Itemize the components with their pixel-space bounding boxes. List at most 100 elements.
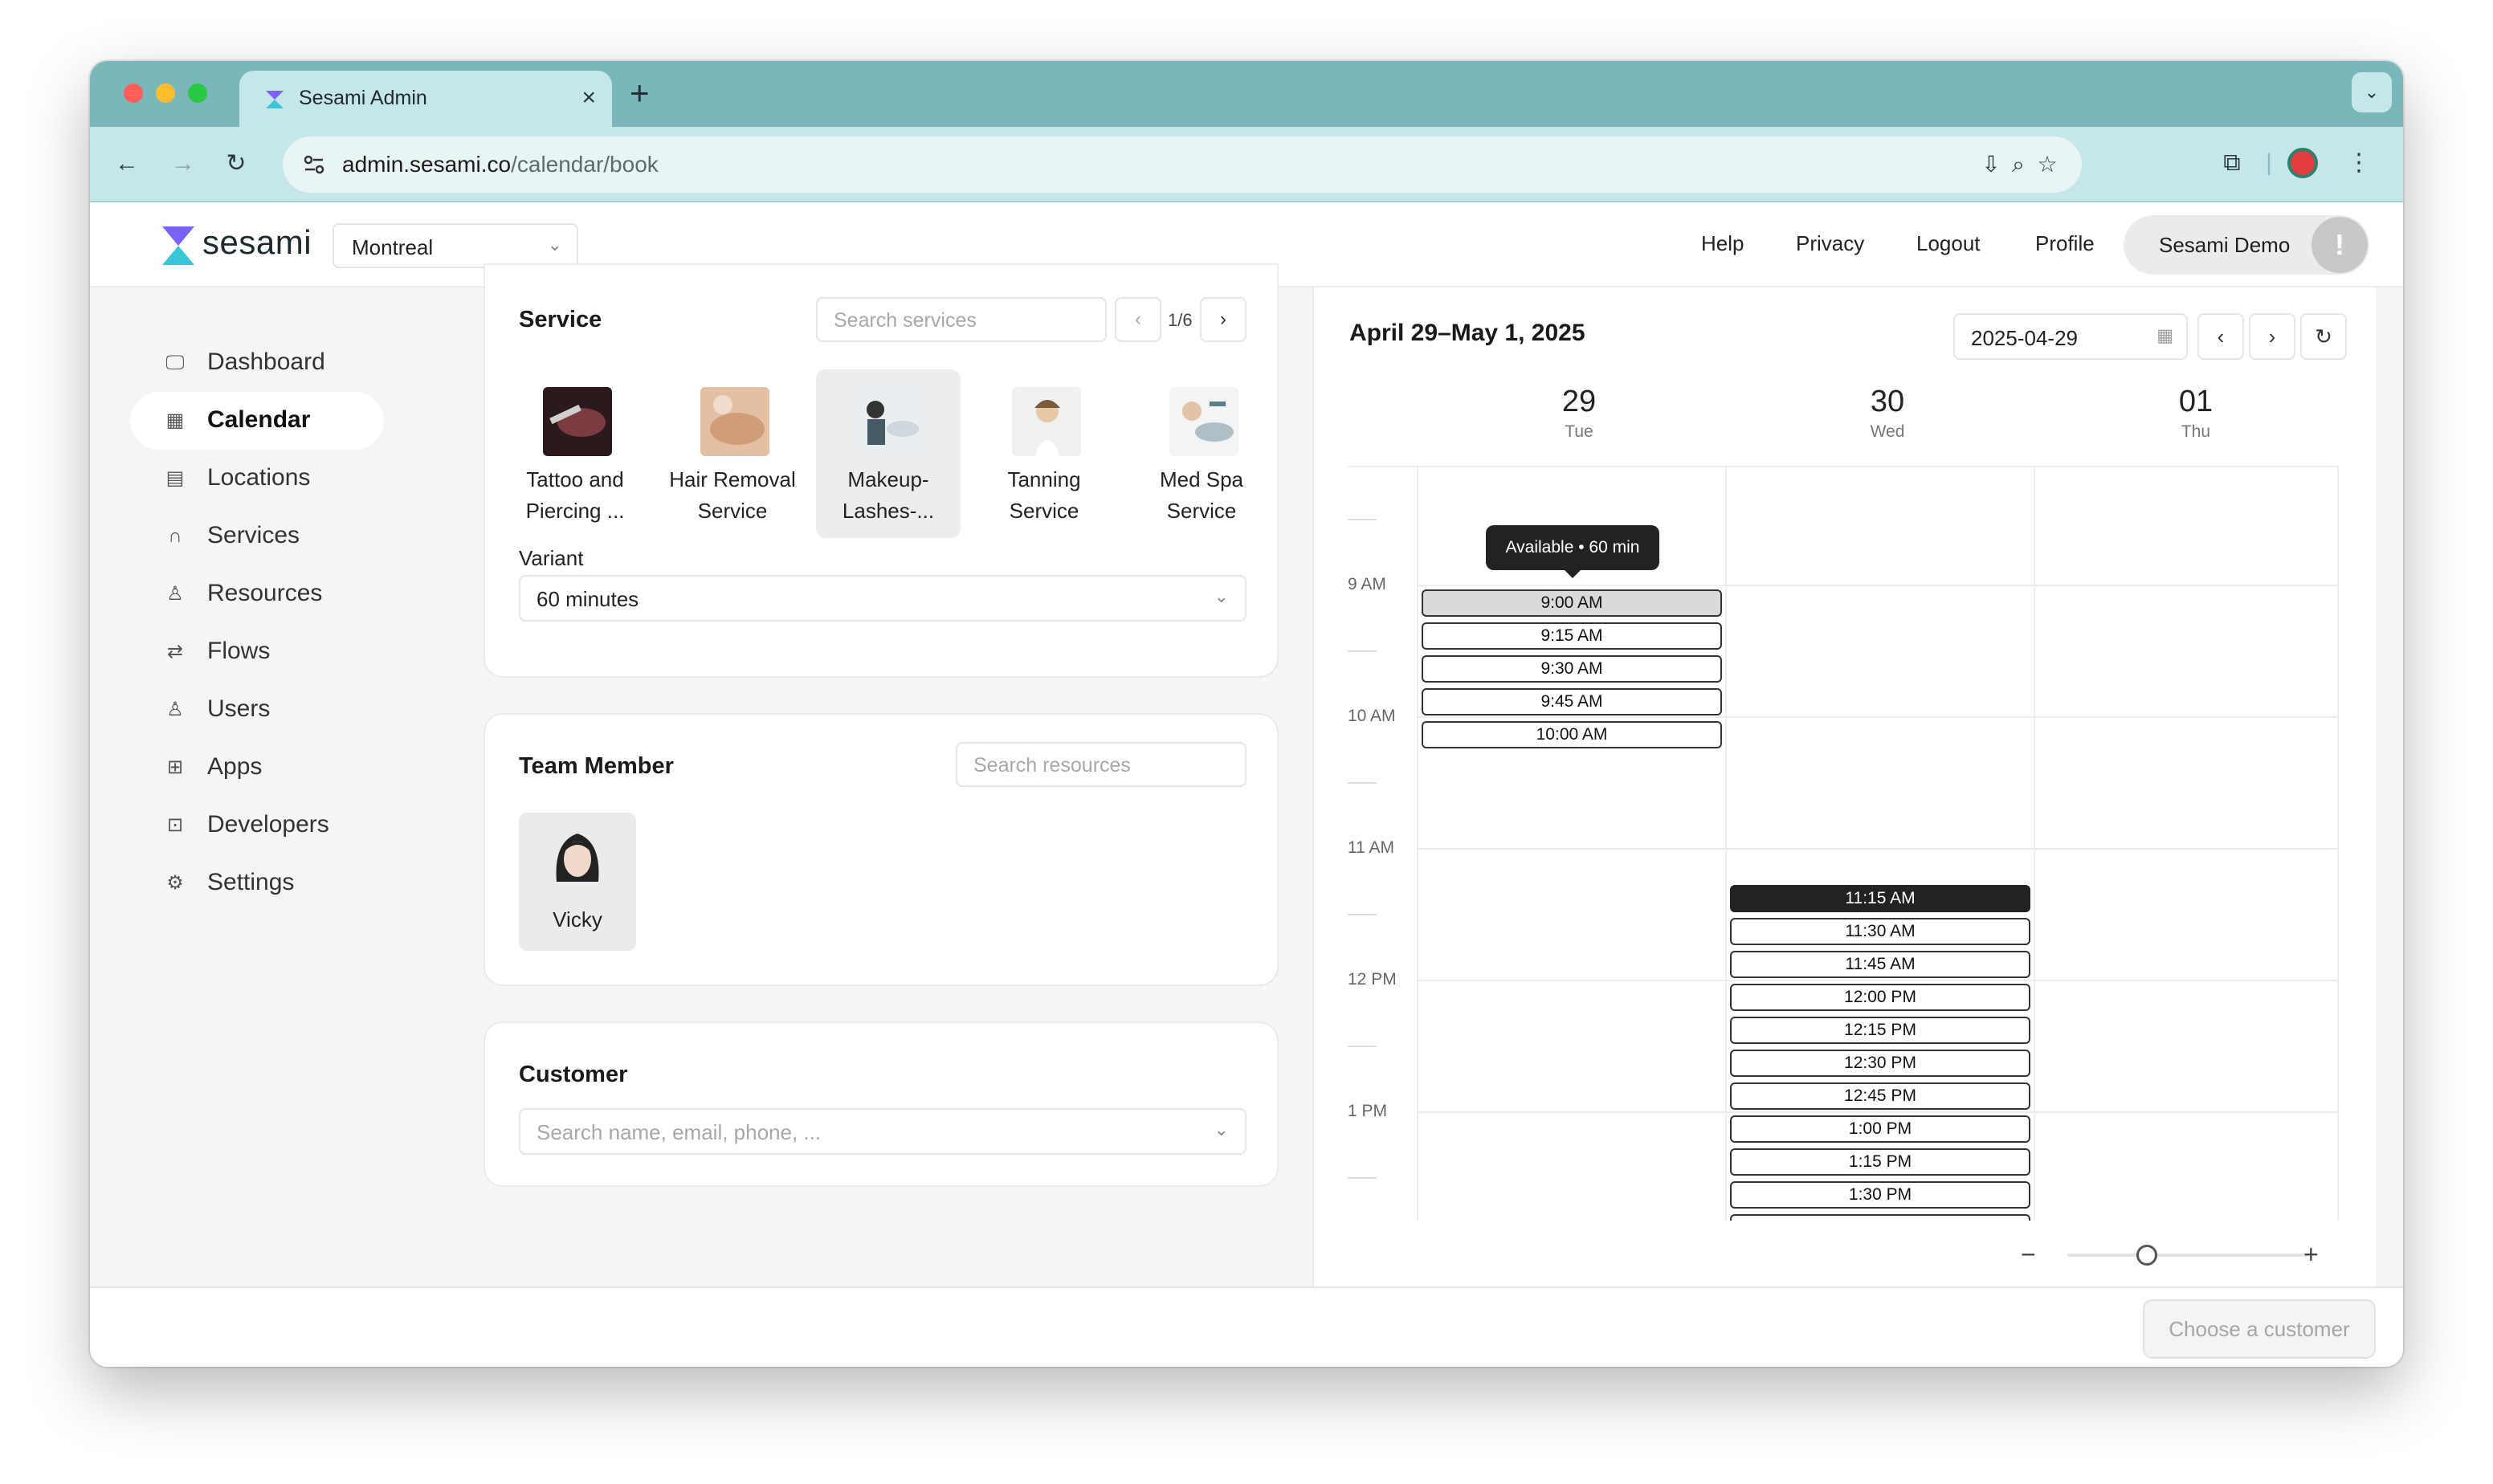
tab-search-chevron-icon[interactable]: ⌄ [2352,72,2392,112]
service-prev-page-button[interactable]: ‹ [1115,297,1161,342]
sidebar-item-resources[interactable]: ♙ Resources [130,565,384,623]
service-item-hair-removal[interactable]: Hair Removal Service [660,369,805,538]
time-slot[interactable]: 12:00 PM [1730,984,2030,1011]
date-picker-input[interactable]: 2025-04-29 ▦ [1953,313,2188,360]
time-slot[interactable]: 9:00 AM [1422,589,1722,617]
sesami-logo-icon[interactable] [161,223,196,268]
location-select[interactable]: Montreal ⌄ [333,223,578,268]
url-path: /calendar/book [511,152,659,177]
service-item-makeup-lashes[interactable]: Makeup- Lashes-... [816,369,961,538]
sidebar-item-developers[interactable]: ⊡ Developers [130,797,384,854]
extensions-icon[interactable]: ⧉ [2212,143,2252,183]
service-next-page-button[interactable]: › [1200,297,1246,342]
day-of-week: Thu [2181,422,2211,441]
zoom-slider-handle[interactable] [2136,1245,2157,1266]
day-header-tue: 29 Tue [1426,384,1732,445]
browser-window: Sesami Admin × + ⌄ ← → ↻ admin.sesami.co… [90,61,2403,1367]
service-name-line2: Lashes-... [842,499,935,523]
sidebar-item-locations[interactable]: ▤ Locations [130,450,384,508]
bookmark-star-icon[interactable]: ☆ [2032,149,2063,180]
privacy-link[interactable]: Privacy [1796,231,1864,256]
sidebar-item-flows[interactable]: ⇄ Flows [130,623,384,681]
hour-label: 11 AM [1348,838,1394,857]
calendar-panel: April 29–May 1, 2025 2025-04-29 ▦ ‹ › ↻ … [1312,287,2376,1286]
team-member-vicky[interactable]: Vicky [519,813,636,951]
zoom-slider-track[interactable] [2067,1254,2308,1257]
browser-tab[interactable]: Sesami Admin × [239,71,612,127]
sidebar-item-settings[interactable]: ⚙ Settings [130,854,384,912]
time-slot-partial[interactable] [1730,1214,2030,1221]
calendar-icon: ▦ [165,410,185,431]
team-member-name: Vicky [553,907,602,932]
time-slot[interactable]: 12:15 PM [1730,1017,2030,1044]
customer-search-select[interactable]: Search name, email, phone, ... ⌄ [519,1108,1246,1155]
time-slot[interactable]: 1:15 PM [1730,1148,2030,1176]
calendar-grid[interactable]: 9 AM 10 AM 11 AM 12 PM 1 PM Available • … [1348,466,2339,1221]
close-tab-icon[interactable]: × [581,82,596,114]
sidebar-item-dashboard[interactable]: 🖵 Dashboard [130,334,384,392]
time-slot-selected[interactable]: 11:15 AM [1730,885,2030,912]
service-item-tattoo[interactable]: Tattoo and Piercing ... [503,369,647,538]
service-thumbnail [543,387,612,456]
variant-select[interactable]: 60 minutes ⌄ [519,575,1246,622]
next-range-button[interactable]: › [2249,313,2295,360]
sidebar-item-users[interactable]: ♙ Users [130,681,384,739]
site-settings-icon[interactable] [300,151,328,178]
choose-customer-button[interactable]: Choose a customer [2143,1299,2376,1359]
time-slot[interactable]: 1:30 PM [1730,1181,2030,1209]
profile-link[interactable]: Profile [2035,231,2095,256]
more-menu-icon[interactable]: ⋮ [2339,143,2379,183]
time-slot[interactable]: 9:15 AM [1422,622,1722,650]
location-value: Montreal [352,235,434,259]
half-hour-tick [1348,1177,1377,1179]
half-hour-tick [1348,650,1377,652]
forward-icon[interactable]: → [165,146,201,181]
minimize-window-dot[interactable] [156,84,175,103]
account-menu[interactable]: Sesami Demo ! [2124,215,2369,275]
reload-icon[interactable]: ↻ [218,146,254,181]
time-slot[interactable]: 10:00 AM [1422,721,1722,748]
variant-label: Variant [519,546,584,570]
sidebar-item-calendar[interactable]: ▦ Calendar [130,392,384,450]
resource-search-input[interactable]: Search resources [956,742,1246,787]
maximize-window-dot[interactable] [188,84,207,103]
service-name-line1: Tattoo and [526,467,624,491]
time-slot[interactable]: 11:30 AM [1730,918,2030,945]
service-card: Service Search services ‹ 1/6 › Tattoo a… [484,263,1279,678]
variant-value: 60 minutes [537,587,639,611]
time-slot[interactable]: 11:45 AM [1730,951,2030,978]
grid-column-line [2337,467,2339,1221]
zoom-in-icon[interactable]: + [2303,1238,2319,1270]
service-item-tanning[interactable]: Tanning Service [972,369,1116,538]
refresh-button[interactable]: ↻ [2300,313,2347,360]
zoom-icon[interactable]: ⌕ [2003,149,2034,180]
time-slot[interactable]: 12:45 PM [1730,1082,2030,1110]
time-slot[interactable]: 12:30 PM [1730,1050,2030,1077]
logout-link[interactable]: Logout [1916,231,1981,256]
install-app-icon[interactable]: ⇩ [1976,149,2006,180]
help-link[interactable]: Help [1701,231,1744,256]
time-slot[interactable]: 9:30 AM [1422,655,1722,683]
service-item-med-spa[interactable]: Med Spa Service [1129,369,1274,538]
zoom-out-icon[interactable]: − [2021,1238,2036,1270]
profile-avatar-icon[interactable] [2283,143,2323,183]
users-icon: ♙ [166,699,184,720]
time-slot[interactable]: 9:45 AM [1422,688,1722,716]
time-slot[interactable]: 1:00 PM [1730,1115,2030,1143]
back-icon[interactable]: ← [109,146,145,181]
half-hour-tick [1348,1046,1377,1047]
url-text: admin.sesami.co/calendar/book [342,152,659,177]
previous-range-button[interactable]: ‹ [2197,313,2244,360]
sidebar-item-services[interactable]: ∩ Services [130,508,384,565]
calendar-range-title: April 29–May 1, 2025 [1349,320,1585,346]
day-header-thu: 01 Thu [2043,384,2348,445]
service-name-line1: Hair Removal [669,467,796,491]
service-name: Tanning Service [972,464,1116,527]
new-tab-icon[interactable]: + [630,75,650,111]
sidebar-item-apps[interactable]: ⊞ Apps [130,739,384,797]
close-window-dot[interactable] [124,84,143,103]
address-bar[interactable]: admin.sesami.co/calendar/book ⇩ ⌕ ☆ [283,137,2082,193]
service-search-input[interactable]: Search services [816,297,1107,342]
hour-label: 1 PM [1348,1102,1388,1120]
day-of-week: Wed [1870,422,1905,441]
